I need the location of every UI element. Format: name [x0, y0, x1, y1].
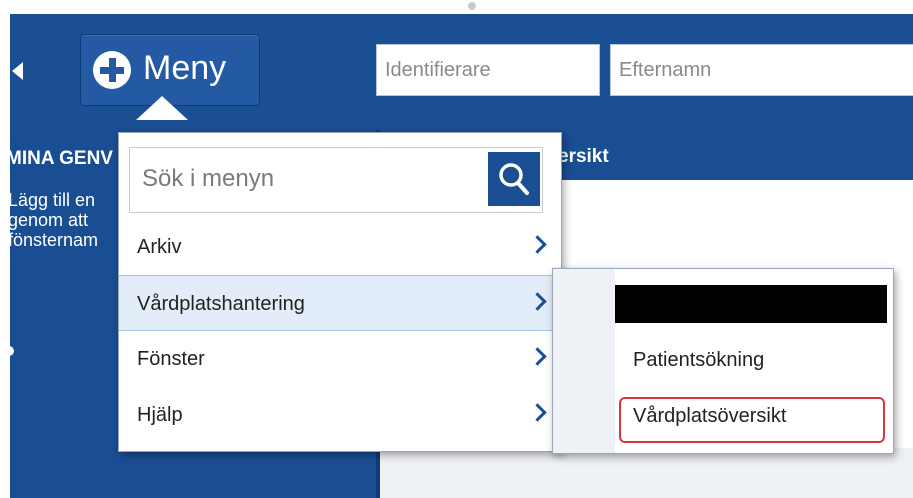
- chevron-right-icon: [528, 292, 547, 311]
- content-title: ersikt: [558, 146, 609, 167]
- identifier-field[interactable]: [376, 44, 600, 96]
- shortcuts-heading: MINA GENV: [6, 148, 113, 169]
- menu-button-label: Meny: [143, 49, 227, 87]
- search-button[interactable]: [488, 152, 540, 206]
- window-indicator: [468, 2, 476, 10]
- menu-item-label: Hjälp: [137, 404, 183, 426]
- menu-search[interactable]: [129, 147, 543, 213]
- menu-item-hjalp[interactable]: Hjälp: [119, 387, 561, 441]
- vardplatshantering-submenu: Patientsökning Vårdplatsöversikt: [552, 268, 894, 454]
- identifier-input[interactable]: [377, 45, 599, 95]
- shortcuts-help-line: fönsternam: [8, 230, 99, 250]
- lastname-input[interactable]: [611, 45, 913, 95]
- menu-item-fonster[interactable]: Fönster: [119, 331, 561, 385]
- dropdown-pointer: [136, 96, 188, 120]
- submenu-item-patientsokning[interactable]: Patientsökning: [633, 349, 764, 372]
- plus-circle-icon: [93, 51, 131, 89]
- search-icon: [499, 163, 529, 195]
- lastname-field[interactable]: [610, 44, 913, 96]
- shortcuts-help-line: Lägg till en: [8, 190, 96, 210]
- menu-item-arkiv[interactable]: Arkiv: [119, 219, 561, 273]
- chevron-right-icon: [528, 403, 547, 422]
- highlight-annotation: [619, 397, 885, 443]
- redacted-item: [615, 285, 887, 323]
- menu-item-label: Vårdplatshantering: [137, 293, 305, 315]
- submenu-gutter: [553, 269, 615, 453]
- chevron-right-icon: [528, 347, 547, 366]
- panel-handle[interactable]: [4, 346, 14, 356]
- main-menu-dropdown: Arkiv Vårdplatshantering Fönster Hjälp: [118, 132, 562, 452]
- menu-item-label: Fönster: [137, 348, 205, 370]
- menu-item-vardplatshantering[interactable]: Vårdplatshantering: [119, 275, 561, 331]
- content-footer: [380, 448, 913, 498]
- shortcuts-help-line: genom att: [8, 210, 89, 230]
- chevron-right-icon: [528, 235, 547, 254]
- menu-search-input[interactable]: [130, 148, 490, 210]
- back-arrow-icon[interactable]: [12, 62, 23, 80]
- menu-item-label: Arkiv: [137, 236, 182, 258]
